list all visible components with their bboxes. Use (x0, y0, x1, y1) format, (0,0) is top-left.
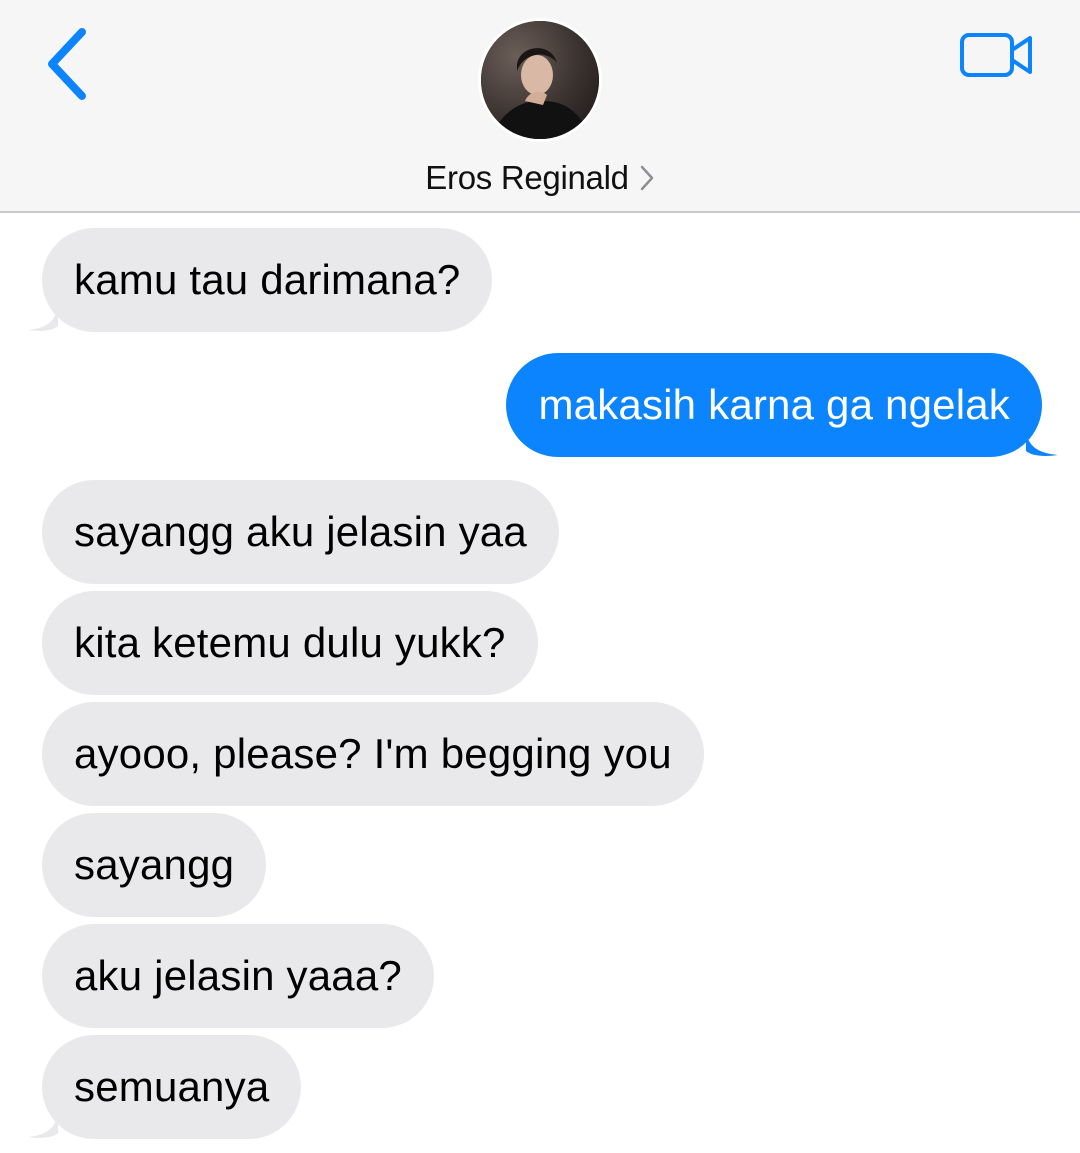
message-bubble-incoming[interactable]: semuanya (28, 1035, 302, 1139)
bubble-tail (28, 306, 58, 332)
message-text: semuanya (74, 1063, 270, 1110)
message-bubble-incoming[interactable]: ayooo, please? I'm begging you (42, 702, 704, 806)
chevron-right-icon (639, 164, 655, 192)
message-text: kita ketemu dulu yukk? (74, 619, 506, 666)
message-text: aku jelasin yaaa? (74, 952, 402, 999)
message-text: ayooo, please? I'm begging you (74, 730, 672, 777)
chevron-left-icon (36, 22, 100, 106)
video-camera-icon (954, 28, 1038, 84)
message-text: sayangg (74, 841, 235, 888)
message-bubble-incoming[interactable]: aku jelasin yaaa? (42, 924, 434, 1028)
conversation-header: Eros Reginald (0, 0, 1080, 213)
message-text: makasih karna ga ngelak (538, 381, 1010, 428)
contact-avatar[interactable] (478, 18, 602, 142)
contact-info-link[interactable]: Eros Reginald (0, 156, 1080, 200)
message-bubble-incoming[interactable]: sayangg aku jelasin yaa (42, 480, 559, 584)
message-text: kamu tau darimana? (74, 256, 461, 303)
message-thread: kamu tau darimana? makasih karna ga ngel… (0, 213, 1080, 1153)
message-bubble-incoming[interactable]: kita ketemu dulu yukk? (42, 591, 538, 695)
bubble-tail (28, 1113, 58, 1139)
message-text: sayangg aku jelasin yaa (74, 508, 527, 555)
bubble-tail (1026, 431, 1058, 457)
message-bubble-incoming[interactable]: sayangg (42, 813, 267, 917)
contact-name: Eros Reginald (425, 159, 629, 196)
message-bubble-outgoing[interactable]: makasih karna ga ngelak (506, 353, 1058, 457)
back-button[interactable] (36, 22, 100, 106)
facetime-button[interactable] (954, 28, 1038, 84)
message-bubble-incoming[interactable]: kamu tau darimana? (28, 228, 493, 332)
